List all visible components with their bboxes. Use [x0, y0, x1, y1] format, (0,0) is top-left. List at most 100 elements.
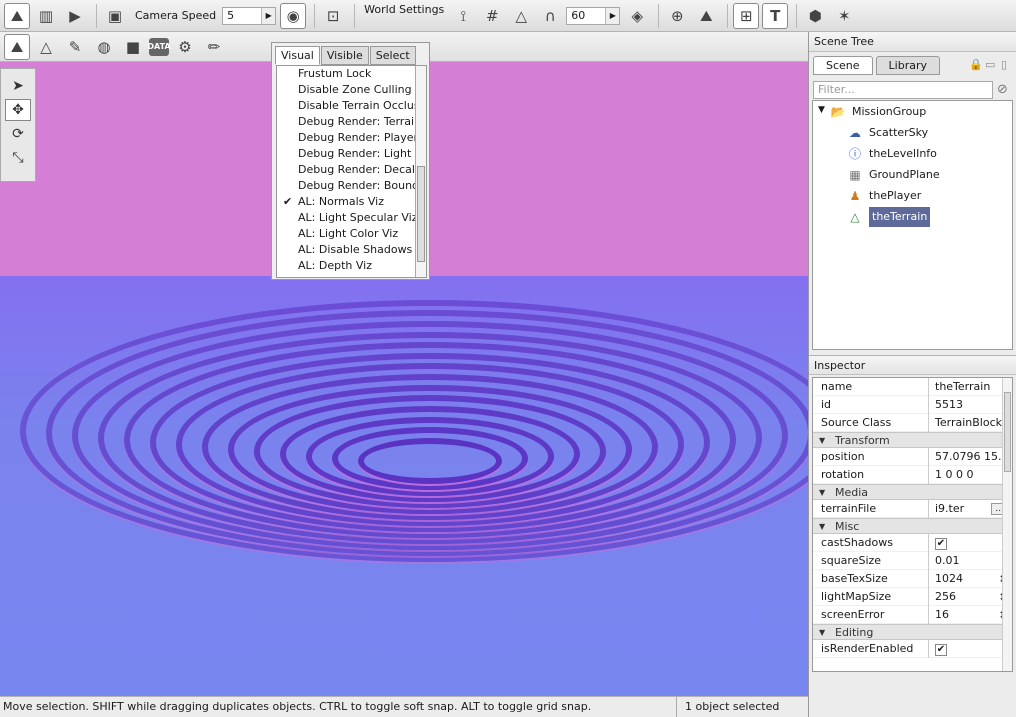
inspector-grid: name theTerrain id 5513 Source Class TerrainB… — [812, 377, 1013, 672]
tree-item[interactable]: ▦ GroundPlane — [847, 165, 939, 185]
field-value-text[interactable]: 57.0796 15.1 — [935, 450, 1008, 463]
clear-filter-icon[interactable]: ⊘ — [997, 82, 1008, 97]
field-value[interactable]: ✔ — [929, 642, 1012, 656]
camera-speed-spinner[interactable]: 5 ▶ — [222, 6, 277, 25]
tab-visual[interactable]: Visual — [275, 46, 320, 65]
field-value[interactable]: 5513 — [929, 398, 1012, 411]
visual-option-item[interactable]: AL: Depth Viz — [277, 258, 426, 274]
world-editor-window: ⛰ ▥ ▶ ▣ Camera Speed 5 ▶ ◉ ⊡ World Settin… — [0, 0, 1016, 717]
tab-library[interactable]: Library — [875, 56, 941, 75]
rotate-snap-icon[interactable]: ◈ — [624, 3, 650, 29]
storage-icon[interactable]: ▭ — [985, 58, 995, 71]
inspector-scrollbar[interactable] — [1002, 378, 1012, 671]
tab-select[interactable]: Select — [369, 46, 416, 65]
datablock-icon[interactable]: DATA — [147, 37, 171, 56]
field-value[interactable]: 0.01 — [929, 554, 1012, 567]
material-icon[interactable]: ◍ — [91, 34, 117, 60]
field-value[interactable]: 1024⬍ — [929, 572, 1012, 585]
scroll-thumb[interactable] — [1004, 392, 1011, 472]
visual-option-item[interactable]: Debug Render: Player C — [277, 130, 426, 146]
terrain-editor-icon[interactable]: ⛰ — [4, 2, 30, 29]
tree-item[interactable]: △ theTerrain — [847, 207, 931, 227]
select-bounds-icon[interactable]: ⊞ — [733, 2, 760, 29]
terrain-snap-icon[interactable]: △ — [508, 3, 534, 29]
forest-editor-icon[interactable]: ✏ — [201, 34, 227, 60]
layout-icon[interactable]: ▥ — [33, 3, 59, 29]
tree-item[interactable]: ☁ ScatterSky — [847, 123, 928, 143]
world-transform-icon[interactable]: ⛰ — [693, 3, 719, 29]
visual-option-item[interactable]: Disable Zone Culling — [277, 82, 426, 98]
visual-option-item[interactable]: Debug Render: Boundin — [277, 178, 426, 194]
field-value[interactable]: 1 0 0 0 — [929, 468, 1012, 481]
field-value[interactable]: ✔ — [929, 536, 1012, 550]
visual-option-item[interactable]: Debug Render: Decals — [277, 162, 426, 178]
checkbox[interactable]: ✔ — [935, 537, 947, 550]
group-misc[interactable]: Misc — [813, 518, 1012, 535]
filter-input[interactable]: Filter... — [813, 81, 993, 99]
scale-tool-icon[interactable]: ⤡ — [5, 147, 31, 169]
visual-option-item[interactable]: ✔ AL: Normals Viz — [277, 194, 426, 210]
visual-option-item[interactable]: AL: Light Specular Viz — [277, 210, 426, 226]
checkbox[interactable]: ✔ — [935, 643, 947, 656]
tree-item[interactable]: ⓘ theLevelInfo — [847, 144, 937, 164]
field-value-text[interactable]: TerrainBlock — [935, 416, 1002, 429]
explode-icon[interactable]: ✶ — [831, 3, 857, 29]
field-value[interactable]: 16⬍ — [929, 608, 1012, 621]
lock-icon[interactable]: 🔒 — [969, 58, 983, 71]
group-transform[interactable]: Transform — [813, 432, 1012, 449]
field-value-text[interactable]: 256 — [935, 590, 956, 603]
visual-option-item[interactable]: Frustum Lock — [277, 66, 426, 82]
field-value[interactable]: i9.ter... — [929, 502, 1012, 515]
field-value-text[interactable]: 1 0 0 0 — [935, 468, 973, 481]
camera-speed-value[interactable]: 5 — [223, 9, 261, 22]
spinner-arrow-icon[interactable]: ▶ — [261, 7, 276, 24]
visual-option-item[interactable]: AL: Disable Shadows — [277, 242, 426, 258]
popup-scrollbar[interactable] — [415, 66, 426, 277]
text-icon[interactable]: T — [762, 2, 789, 29]
tab-visible[interactable]: Visible — [320, 46, 369, 65]
group-editing[interactable]: Editing — [813, 624, 1012, 641]
terrain-sculpt-icon[interactable]: △ — [33, 34, 59, 60]
trash-icon[interactable]: ▯ — [1001, 58, 1007, 71]
visibility-eye-icon[interactable]: ◉ — [280, 2, 307, 29]
frame-selection-icon[interactable]: ⊡ — [320, 3, 346, 29]
visual-option-item[interactable]: Debug Render: Light Fru — [277, 146, 426, 162]
prefab-icon[interactable]: ⬢ — [802, 3, 828, 29]
object-editor-icon[interactable]: ⛰ — [4, 33, 30, 60]
field-value-text[interactable]: 1024 — [935, 572, 963, 585]
field-value-text[interactable]: 5513 — [935, 398, 963, 411]
group-media[interactable]: Media — [813, 484, 1012, 501]
select-arrow-icon[interactable]: ➤ — [5, 75, 31, 97]
field-value[interactable]: 256⬍ — [929, 590, 1012, 603]
field-value[interactable]: TerrainBlock — [929, 416, 1012, 429]
fov-value[interactable]: 60 — [567, 9, 605, 22]
rotate-tool-icon[interactable]: ⟳ — [5, 123, 31, 145]
field-value-text[interactable]: 16 — [935, 608, 949, 621]
fov-spinner[interactable]: 60 ▶ — [566, 6, 621, 25]
field-value[interactable]: theTerrain — [929, 380, 1012, 393]
expand-arrow-icon[interactable]: ▼ — [818, 105, 825, 115]
tab-scene[interactable]: Scene — [813, 56, 873, 75]
field-value-text[interactable]: theTerrain — [935, 380, 990, 393]
object-center-icon[interactable]: ⊕ — [664, 3, 690, 29]
field-value[interactable]: 57.0796 15.1 — [929, 450, 1012, 463]
tree-item[interactable]: ♟ thePlayer — [847, 186, 922, 206]
field-value-text[interactable]: 0.01 — [935, 554, 960, 567]
tree-item[interactable]: 📂 MissionGroup — [830, 102, 927, 122]
gui-editor-icon[interactable]: ⚙ — [172, 34, 198, 60]
visual-option-label: AL: Normals Viz — [298, 195, 384, 208]
field-value-text[interactable]: i9.ter — [935, 502, 964, 515]
scroll-thumb[interactable] — [417, 166, 425, 262]
move-tool-icon[interactable]: ✥ — [5, 99, 31, 121]
terrain-paint-icon[interactable]: ✎ — [62, 34, 88, 60]
camera-icon[interactable]: ▣ — [102, 3, 128, 29]
snap-icon[interactable]: ⟟ — [450, 3, 476, 29]
play-icon[interactable]: ▶ — [62, 3, 88, 29]
visual-option-item[interactable]: AL: Light Color Viz — [277, 226, 426, 242]
magnet-icon[interactable]: ∩ — [537, 3, 563, 29]
mesh-icon[interactable]: ■ — [120, 34, 146, 60]
spinner-arrow-icon[interactable]: ▶ — [605, 7, 620, 24]
grid-snap-icon[interactable]: # — [479, 3, 505, 29]
visual-option-item[interactable]: Debug Render: Terrain — [277, 114, 426, 130]
visual-option-item[interactable]: Disable Terrain Occlusio — [277, 98, 426, 114]
